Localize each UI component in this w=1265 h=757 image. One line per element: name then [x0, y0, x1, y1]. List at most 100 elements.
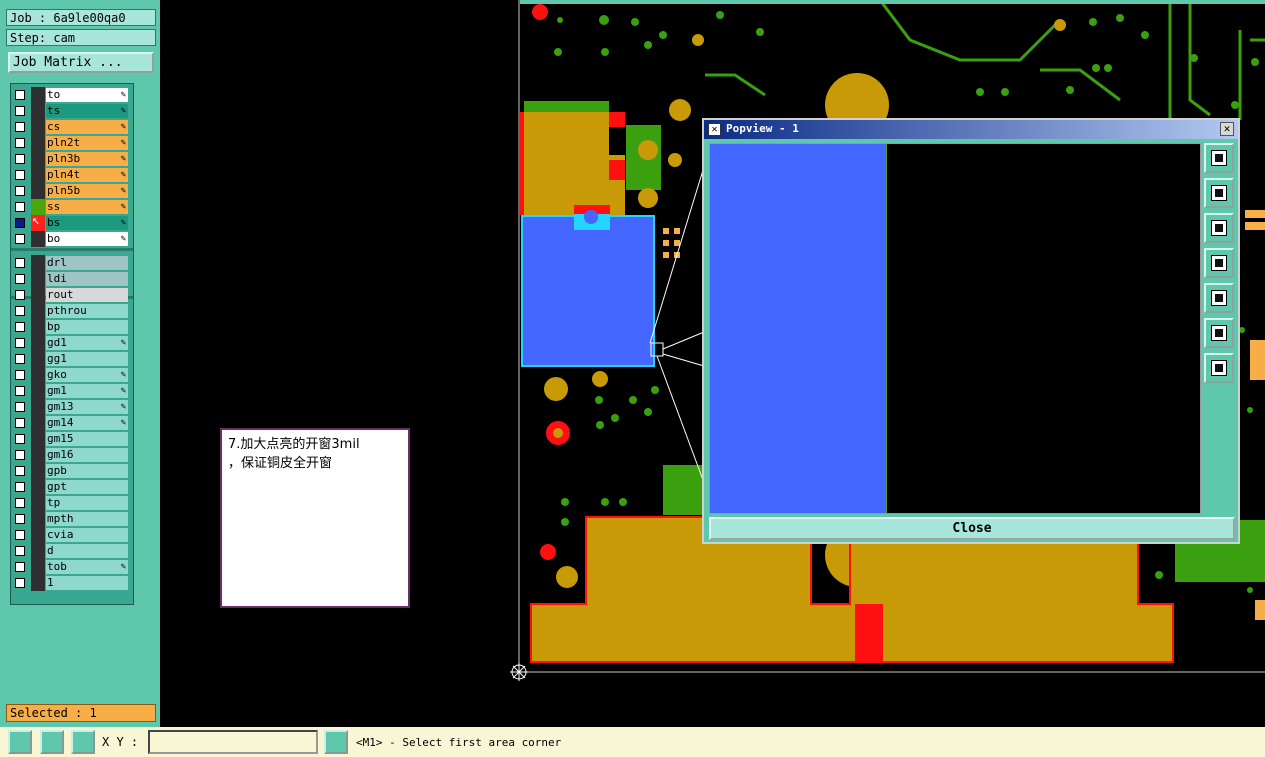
layer-checkbox[interactable]: [15, 154, 25, 164]
layer-row-bo[interactable]: bo ✎: [11, 231, 133, 247]
layer-row-gm14[interactable]: gm14 ✎: [11, 415, 133, 431]
layer-checkbox[interactable]: [15, 498, 25, 508]
layer-checkbox[interactable]: [15, 306, 25, 316]
layer-checkbox[interactable]: [15, 482, 25, 492]
layer-checkbox[interactable]: [15, 234, 25, 244]
layer-name[interactable]: pthrou: [46, 304, 128, 318]
layer-checkbox[interactable]: [15, 138, 25, 148]
layer-name[interactable]: bs ✎: [46, 216, 128, 230]
layer-affected-toggle[interactable]: [31, 415, 45, 431]
layer-checkbox[interactable]: [15, 578, 25, 588]
layer-affected-toggle[interactable]: [31, 511, 45, 527]
pan-up-button[interactable]: [1204, 178, 1234, 208]
layer-row-ts[interactable]: ts ✎: [11, 103, 133, 119]
layer-row-cs[interactable]: cs ✎: [11, 119, 133, 135]
layer-affected-toggle[interactable]: [31, 399, 45, 415]
layer-affected-toggle[interactable]: [31, 167, 45, 183]
layer-checkbox[interactable]: [15, 530, 25, 540]
layer-checkbox[interactable]: [15, 546, 25, 556]
grid-tool-button[interactable]: [71, 730, 95, 754]
layer-row-gpt[interactable]: gpt: [11, 479, 133, 495]
layer-name[interactable]: bp: [46, 320, 128, 334]
popview-canvas[interactable]: [709, 143, 1201, 514]
layer-name[interactable]: to ✎: [46, 88, 128, 102]
layer-affected-toggle[interactable]: [31, 87, 45, 103]
layer-checkbox[interactable]: [15, 122, 25, 132]
layer-checkbox[interactable]: [15, 402, 25, 412]
layer-affected-toggle[interactable]: [31, 231, 45, 247]
layer-checkbox[interactable]: [15, 434, 25, 444]
pan-right-button[interactable]: [1204, 283, 1234, 313]
layer-row-pln5b[interactable]: pln5b ✎: [11, 183, 133, 199]
layer-affected-toggle[interactable]: [31, 431, 45, 447]
layer-affected-toggle[interactable]: [31, 103, 45, 119]
layer-name[interactable]: ss ✎: [46, 200, 128, 214]
layer-checkbox[interactable]: [15, 418, 25, 428]
layer-name[interactable]: gd1 ✎: [46, 336, 128, 350]
layer-checkbox[interactable]: [15, 186, 25, 196]
layer-row-bs[interactable]: bs ✎: [11, 213, 133, 231]
layer-name[interactable]: ts ✎: [46, 104, 128, 118]
layer-name[interactable]: gg1: [46, 352, 128, 366]
layer-name[interactable]: bo ✎: [46, 232, 128, 246]
layer-name[interactable]: gpt: [46, 480, 128, 494]
measure-tool-button[interactable]: [8, 730, 32, 754]
layer-affected-toggle[interactable]: [31, 213, 45, 231]
layer-row-tob[interactable]: tob ✎: [11, 559, 133, 575]
layer-name[interactable]: gpb: [46, 464, 128, 478]
job-matrix-button[interactable]: Job Matrix ...: [8, 52, 154, 73]
layer-affected-toggle[interactable]: [31, 287, 45, 303]
layer-name[interactable]: pln4t ✎: [46, 168, 128, 182]
close-button[interactable]: Close: [709, 517, 1235, 540]
layer-row-gd1[interactable]: gd1 ✎: [11, 335, 133, 351]
layer-checkbox[interactable]: [15, 90, 25, 100]
layer-checkbox[interactable]: [15, 370, 25, 380]
layer-row-gg1[interactable]: gg1: [11, 351, 133, 367]
layer-affected-toggle[interactable]: [31, 119, 45, 135]
xy-input[interactable]: [148, 730, 318, 754]
zoom-in-button[interactable]: [1204, 318, 1234, 348]
layer-name[interactable]: drl: [46, 256, 128, 270]
layer-name[interactable]: d: [46, 544, 128, 558]
pan-left-button[interactable]: [1204, 248, 1234, 278]
pan-down-button[interactable]: [1204, 213, 1234, 243]
layer-affected-toggle[interactable]: [31, 559, 45, 575]
layer-affected-toggle[interactable]: [31, 447, 45, 463]
layer-row-gm16[interactable]: gm16: [11, 447, 133, 463]
layer-row-tp[interactable]: tp: [11, 495, 133, 511]
layer-row-ss[interactable]: ss ✎: [11, 199, 133, 215]
layer-row-pln4t[interactable]: pln4t ✎: [11, 167, 133, 183]
layer-row-gko[interactable]: gko ✎: [11, 367, 133, 383]
layer-row-pln2t[interactable]: pln2t ✎: [11, 135, 133, 151]
layer-row-drl[interactable]: drl: [11, 255, 133, 271]
layer-row-gpb[interactable]: gpb: [11, 463, 133, 479]
popview-titlebar[interactable]: ✕ Popview - 1 ✕: [704, 120, 1238, 139]
layer-affected-toggle[interactable]: [31, 335, 45, 351]
layer-checkbox[interactable]: [15, 322, 25, 332]
layer-name[interactable]: gm1 ✎: [46, 384, 128, 398]
layer-name[interactable]: gm15: [46, 432, 128, 446]
layer-affected-toggle[interactable]: [31, 303, 45, 319]
layer-checkbox[interactable]: [15, 386, 25, 396]
layer-name[interactable]: 1: [46, 576, 128, 590]
layer-checkbox[interactable]: [15, 466, 25, 476]
zoom-out-button[interactable]: [1204, 353, 1234, 383]
layer-checkbox[interactable]: [15, 258, 25, 268]
layer-row-ldi[interactable]: ldi: [11, 271, 133, 287]
layer-affected-toggle[interactable]: [31, 383, 45, 399]
layer-checkbox[interactable]: [15, 170, 25, 180]
layer-row-bp[interactable]: bp: [11, 319, 133, 335]
layer-affected-toggle[interactable]: [31, 543, 45, 559]
layer-affected-toggle[interactable]: [31, 135, 45, 151]
layer-affected-toggle[interactable]: [31, 151, 45, 167]
layer-checkbox[interactable]: [15, 450, 25, 460]
layer-name[interactable]: gko ✎: [46, 368, 128, 382]
layer-affected-toggle[interactable]: [31, 255, 45, 271]
layer-row-d[interactable]: d: [11, 543, 133, 559]
layer-row-gm1[interactable]: gm1 ✎: [11, 383, 133, 399]
layer-affected-toggle[interactable]: [31, 351, 45, 367]
close-icon[interactable]: ✕: [1220, 122, 1234, 136]
layer-checkbox[interactable]: [15, 106, 25, 116]
layer-affected-toggle[interactable]: [31, 495, 45, 511]
layer-name[interactable]: tob ✎: [46, 560, 128, 574]
